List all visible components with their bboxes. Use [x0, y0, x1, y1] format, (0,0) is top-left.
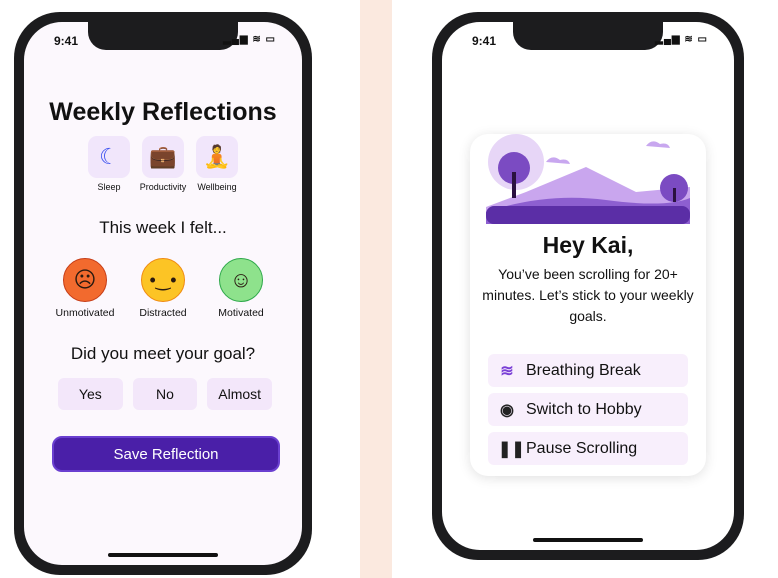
moon-icon: ☾: [88, 136, 130, 178]
save-reflection-button[interactable]: Save Reflection: [52, 436, 280, 472]
status-icons: ▂▄▆ ≋ ▭: [655, 34, 708, 45]
record-icon: ◉: [500, 401, 514, 419]
status-time: 9:41: [472, 34, 497, 48]
page-title: Weekly Reflections: [49, 98, 277, 126]
action-label: Switch to Hobby: [526, 400, 642, 418]
screen: 9:41 ▂▄▆ ≋ ▭ Weekly Reflections ☾ Sleep 💼…: [24, 22, 302, 565]
category-list: ☾ Sleep 💼 Productivity 🧘 Wellbeing: [24, 136, 302, 192]
mood-distracted[interactable]: •‿• Distracted: [138, 258, 188, 319]
nudge-card: Hey Kai, You’ve been scrolling for 20+ m…: [470, 134, 706, 476]
screen: 9:41 ▂▄▆ ≋ ▭ Hey Kai, You’ve been scroll…: [442, 22, 734, 550]
phone-reflections: 9:41 ▂▄▆ ≋ ▭ Weekly Reflections ☾ Sleep 💼…: [14, 12, 312, 575]
category-label: Wellbeing: [197, 182, 237, 192]
home-indicator[interactable]: [108, 553, 218, 557]
status-icons: ▂▄▆ ≋ ▭: [223, 34, 276, 45]
phone-nudge: 9:41 ▂▄▆ ≋ ▭ Hey Kai, You’ve been scroll…: [432, 12, 744, 560]
nudge-message: You’ve been scrolling for 20+ minutes. L…: [482, 266, 694, 324]
home-indicator[interactable]: [533, 538, 643, 542]
neutral-face-icon: •‿•: [141, 258, 185, 302]
category-label: Sleep: [97, 182, 121, 192]
mood-unmotivated[interactable]: ☹ Unmotivated: [56, 258, 114, 319]
mood-label: Distracted: [139, 307, 187, 319]
category-productivity[interactable]: 💼 Productivity: [139, 136, 187, 192]
goal-prompt: Did you meet your goal?: [70, 344, 256, 363]
pause-scrolling-button[interactable]: ❚❚ Pause Scrolling: [488, 432, 688, 465]
notch: [88, 22, 238, 50]
answer-no-button[interactable]: No: [132, 378, 198, 410]
meditation-icon: 🧘: [196, 136, 238, 178]
action-label: Pause Scrolling: [526, 439, 638, 457]
mood-list: ☹ Unmotivated •‿• Distracted ☺ Motivated: [24, 258, 302, 319]
sad-face-icon: ☹: [63, 258, 107, 302]
happy-face-icon: ☺: [219, 258, 263, 302]
answer-almost-button[interactable]: Almost: [207, 378, 273, 410]
breathing-break-button[interactable]: ≋ Breathing Break: [488, 354, 688, 387]
category-wellbeing[interactable]: 🧘 Wellbeing: [195, 136, 239, 192]
greeting: Hey Kai,: [542, 232, 634, 258]
switch-to-hobby-button[interactable]: ◉ Switch to Hobby: [488, 393, 688, 426]
background-strip: [360, 0, 392, 578]
wind-icon: ≋: [500, 362, 514, 380]
mood-motivated[interactable]: ☺ Motivated: [216, 258, 266, 319]
action-label: Breathing Break: [526, 361, 641, 379]
landscape-illustration: [486, 134, 690, 224]
goal-answers: Yes No Almost: [58, 378, 273, 410]
status-time: 9:41: [54, 34, 79, 48]
mood-label: Motivated: [218, 307, 264, 319]
answer-yes-button[interactable]: Yes: [58, 378, 123, 410]
notch: [513, 22, 663, 50]
category-label: Productivity: [139, 182, 187, 192]
briefcase-icon: 💼: [142, 136, 184, 178]
pause-icon: ❚❚: [498, 440, 525, 458]
mood-label: Unmotivated: [55, 307, 115, 319]
feeling-prompt: This week I felt...: [99, 218, 227, 237]
category-sleep[interactable]: ☾ Sleep: [87, 136, 131, 192]
